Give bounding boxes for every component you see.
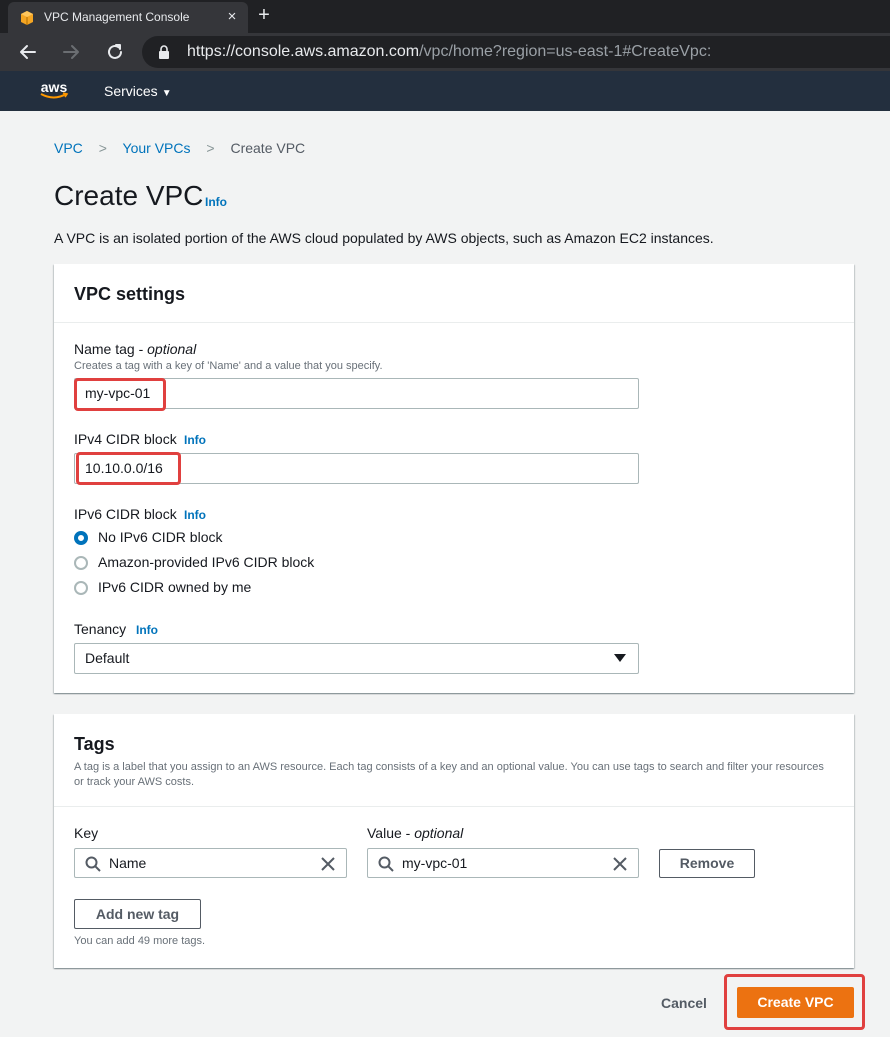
caret-down-icon xyxy=(614,654,626,662)
ipv6-cidr-label: IPv6 CIDR block xyxy=(74,506,177,522)
breadcrumb-your-vpcs[interactable]: Your VPCs xyxy=(123,140,191,156)
page-title: Create VPC xyxy=(54,180,204,211)
aws-logo[interactable]: aws xyxy=(37,79,71,103)
ipv6-info-link[interactable]: Info xyxy=(184,508,206,522)
tags-panel: Tags A tag is a label that you assign to… xyxy=(54,714,854,968)
url-text: https://console.aws.amazon.com/vpc/home?… xyxy=(187,43,712,60)
radio-button xyxy=(74,556,88,570)
aws-console-header: aws Services ▼ xyxy=(0,71,890,111)
caret-down-icon: ▼ xyxy=(161,88,172,99)
tags-header: Tags A tag is a label that you assign to… xyxy=(54,714,854,807)
tags-remaining-hint: You can add 49 more tags. xyxy=(74,935,206,947)
radio-button-selected xyxy=(74,531,88,545)
name-tag-hint: Creates a tag with a key of 'Name' and a… xyxy=(74,360,383,372)
clear-x-icon[interactable] xyxy=(612,856,628,872)
back-arrow-icon[interactable] xyxy=(15,39,41,65)
search-icon xyxy=(378,856,394,872)
forward-arrow-icon[interactable] xyxy=(58,39,84,65)
radio-amazon-ipv6[interactable]: Amazon-provided IPv6 CIDR block xyxy=(74,554,324,572)
name-tag-label: Name tag - optional xyxy=(74,341,197,357)
ipv4-cidr-highlight xyxy=(76,452,181,485)
add-new-tag-button[interactable]: Add new tag xyxy=(74,899,201,929)
ipv4-cidr-label: IPv4 CIDR block xyxy=(74,431,177,447)
lock-icon xyxy=(159,45,169,59)
aws-cube-icon xyxy=(21,11,33,25)
create-vpc-highlight xyxy=(724,974,865,1030)
tenancy-info-link[interactable]: Info xyxy=(136,623,158,637)
vpc-settings-header: VPC settings xyxy=(54,264,854,323)
tags-title: Tags xyxy=(74,734,115,754)
breadcrumb-current: Create VPC xyxy=(230,140,306,156)
remove-tag-button[interactable]: Remove xyxy=(659,849,755,878)
search-icon xyxy=(85,856,101,872)
chevron-right-icon: > xyxy=(206,140,215,156)
tenancy-select[interactable]: Default xyxy=(74,643,639,674)
address-bar[interactable]: https://console.aws.amazon.com/vpc/home?… xyxy=(142,36,890,68)
radio-button xyxy=(74,581,88,595)
breadcrumb: VPC > Your VPCs > Create VPC xyxy=(54,140,305,156)
cancel-button[interactable]: Cancel xyxy=(661,995,707,1011)
browser-tab-bar: VPC Management Console × + xyxy=(0,0,890,33)
tag-key-input[interactable]: Name xyxy=(74,848,347,878)
radio-owned-ipv6[interactable]: IPv6 CIDR owned by me xyxy=(74,579,324,597)
tag-value-input[interactable]: my-vpc-01 xyxy=(367,848,639,878)
breadcrumb-vpc[interactable]: VPC xyxy=(54,140,83,156)
tags-description: A tag is a label that you assign to an A… xyxy=(74,761,824,788)
page-description: A VPC is an isolated portion of the AWS … xyxy=(54,230,714,246)
tab-title: VPC Management Console xyxy=(44,10,190,24)
name-tag-highlight xyxy=(74,378,166,411)
new-tab-icon[interactable]: + xyxy=(254,4,274,26)
aws-smile-icon xyxy=(40,92,69,99)
chevron-right-icon: > xyxy=(98,140,107,156)
main-content: VPC > Your VPCs > Create VPC Create VPC … xyxy=(14,111,890,1037)
page-info-link[interactable]: Info xyxy=(205,195,227,209)
ipv4-info-link[interactable]: Info xyxy=(184,433,206,447)
tag-key-label: Key xyxy=(74,825,99,841)
browser-tab[interactable]: VPC Management Console × xyxy=(8,2,248,33)
close-tab-icon[interactable]: × xyxy=(222,7,242,27)
vpc-settings-title: VPC settings xyxy=(74,284,186,304)
tag-value-label: Value - optional xyxy=(367,825,464,841)
browser-nav-bar: https://console.aws.amazon.com/vpc/home?… xyxy=(0,33,890,71)
reload-icon[interactable] xyxy=(102,39,128,65)
clear-x-icon[interactable] xyxy=(320,856,336,872)
vpc-settings-panel: VPC settings Name tag - optional Creates… xyxy=(54,264,854,693)
tenancy-label: Tenancy xyxy=(74,621,127,637)
services-menu[interactable]: Services ▼ xyxy=(104,83,172,99)
radio-no-ipv6[interactable]: No IPv6 CIDR block xyxy=(74,529,324,547)
